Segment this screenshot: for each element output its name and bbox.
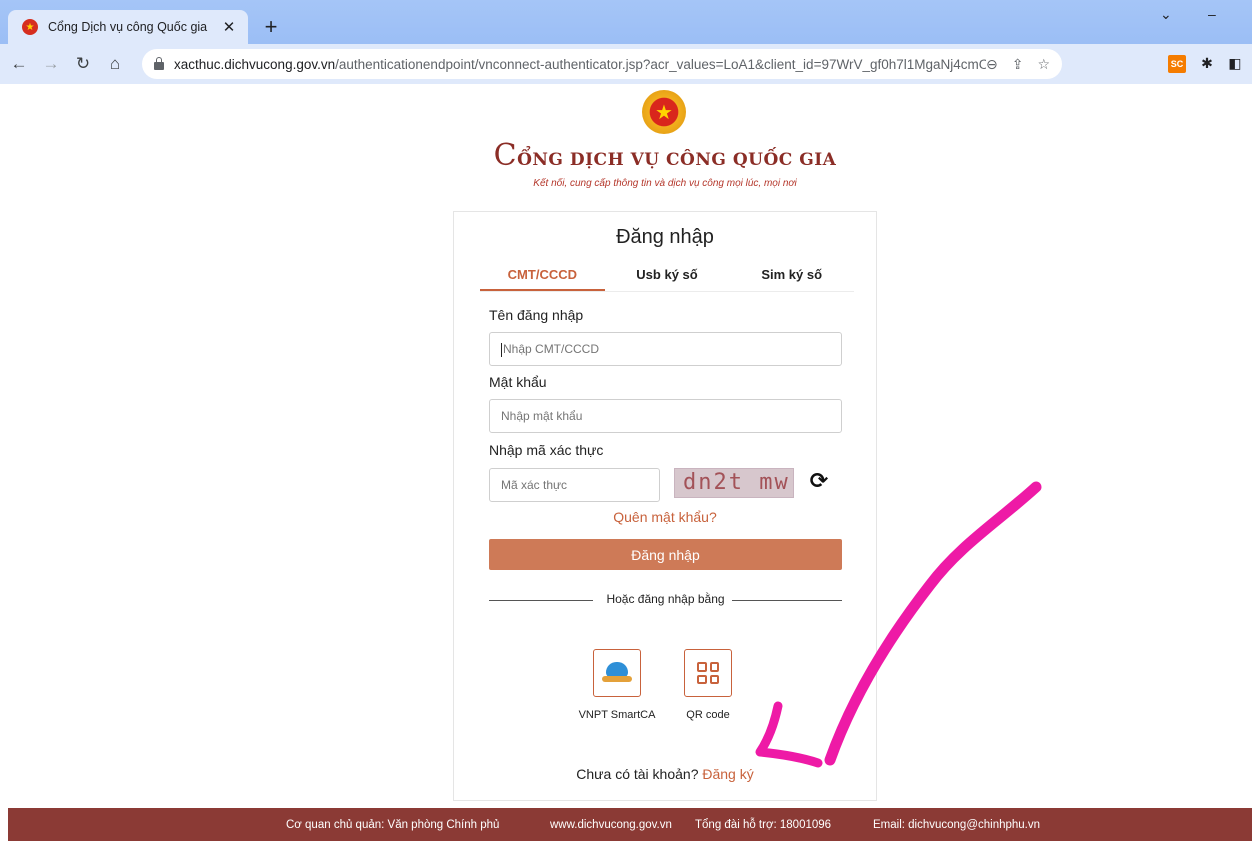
login-method-tabs: CMT/CCCD Usb ký số Sim ký số bbox=[480, 262, 854, 292]
tab-search-icon[interactable]: ⌄ bbox=[1160, 6, 1172, 23]
share-icon[interactable]: ⇪ bbox=[1012, 56, 1024, 73]
password-input[interactable]: Nhập mật khẩu bbox=[489, 399, 842, 433]
login-title: Đăng nhập bbox=[616, 226, 714, 248]
emblem-favicon-icon: ★ bbox=[22, 19, 38, 35]
lock-icon[interactable] bbox=[154, 57, 164, 70]
username-label: Tên đăng nhập bbox=[489, 307, 584, 323]
refresh-captcha-icon[interactable]: ⟳ bbox=[806, 468, 832, 494]
captcha-image: dn2t mw bbox=[674, 468, 794, 498]
bookmark-star-icon[interactable]: ☆ bbox=[1037, 56, 1050, 73]
forgot-password-link[interactable]: Quên mật khẩu? bbox=[454, 509, 876, 525]
captcha-label: Nhập mã xác thực bbox=[489, 442, 604, 458]
signup-prompt: Chưa có tài khoản? Đăng ký bbox=[454, 766, 876, 782]
login-card: Đăng nhập CMT/CCCD Usb ký số Sim ký số T… bbox=[453, 211, 877, 801]
qr-code-icon bbox=[697, 662, 719, 684]
cloud-key-icon bbox=[602, 662, 632, 684]
vnpt-smartca-caption: VNPT SmartCA bbox=[578, 709, 656, 721]
portal-slogan: Kết nối, cung cấp thông tin và dịch vụ c… bbox=[533, 178, 797, 189]
footer-hotline: Tổng đài hỗ trợ: 18001096 bbox=[695, 818, 832, 831]
browser-toolbar: ← → ↻ ⌂ xacthuc.dichvucong.gov.vn/authen… bbox=[0, 44, 1252, 84]
extensions-puzzle-icon[interactable]: ✱ bbox=[1198, 55, 1216, 73]
extension-sc-icon[interactable]: SC bbox=[1168, 55, 1186, 73]
browser-tab[interactable]: ★ Cổng Dịch vụ công Quốc gia ✕ bbox=[8, 10, 248, 44]
footer-website-link[interactable]: www.dichvucong.gov.vn bbox=[550, 819, 672, 831]
username-input[interactable]: Nhập CMT/CCCD bbox=[489, 332, 842, 366]
tab-sim-ky-so[interactable]: Sim ký số bbox=[729, 262, 854, 291]
text-cursor bbox=[501, 342, 502, 357]
zoom-icon[interactable]: ⊖ bbox=[986, 56, 998, 73]
tab-usb-ky-so[interactable]: Usb ký số bbox=[605, 262, 730, 291]
back-icon[interactable]: ← bbox=[6, 54, 32, 74]
no-account-text: Chưa có tài khoản? bbox=[576, 766, 699, 782]
browser-tab-strip: ★ Cổng Dịch vụ công Quốc gia ✕ + ⌄ – bbox=[0, 0, 1252, 44]
or-divider: Hoặc đăng nhập bằng bbox=[489, 592, 842, 608]
qr-code-caption: QR code bbox=[686, 709, 730, 721]
portal-brand-title: CỔNG DỊCH VỤ CÔNG QUỐC GIA bbox=[493, 138, 837, 173]
password-label: Mật khẩu bbox=[489, 374, 547, 390]
captcha-input[interactable]: Mã xác thực bbox=[489, 468, 660, 502]
vnpt-smartca-button[interactable] bbox=[593, 649, 641, 697]
site-footer: Cơ quan chủ quản: Văn phòng Chính phủ ww… bbox=[8, 808, 1252, 841]
side-panel-icon[interactable]: ◧ bbox=[1226, 55, 1244, 73]
page-content: ★ CỔNG DỊCH VỤ CÔNG QUỐC GIA Kết nối, cu… bbox=[0, 84, 1252, 841]
forward-icon[interactable]: → bbox=[38, 54, 64, 74]
minimize-icon[interactable]: – bbox=[1208, 6, 1216, 22]
qr-code-button[interactable] bbox=[684, 649, 732, 697]
tab-title: Cổng Dịch vụ công Quốc gia bbox=[48, 20, 208, 34]
login-submit-button[interactable]: Đăng nhập bbox=[489, 539, 842, 570]
reload-icon[interactable]: ↻ bbox=[70, 54, 96, 74]
qr-code-option[interactable]: QR code bbox=[668, 649, 748, 721]
footer-email[interactable]: Email: dichvucong@chinhphu.vn bbox=[873, 819, 1040, 831]
register-link[interactable]: Đăng ký bbox=[702, 766, 753, 782]
vnpt-smartca-option[interactable]: VNPT SmartCA bbox=[577, 649, 657, 721]
address-bar[interactable]: xacthuc.dichvucong.gov.vn/authentication… bbox=[142, 49, 1062, 79]
close-tab-icon[interactable]: ✕ bbox=[220, 18, 238, 36]
home-icon[interactable]: ⌂ bbox=[102, 54, 128, 74]
url-text[interactable]: xacthuc.dichvucong.gov.vn/authentication… bbox=[174, 57, 986, 72]
or-login-with-text: Hoặc đăng nhập bằng bbox=[606, 592, 725, 606]
tab-cmt-cccd[interactable]: CMT/CCCD bbox=[480, 262, 605, 291]
national-emblem-icon: ★ bbox=[642, 90, 686, 134]
new-tab-button[interactable]: + bbox=[258, 14, 284, 40]
footer-owner: Cơ quan chủ quản: Văn phòng Chính phủ bbox=[286, 818, 500, 831]
